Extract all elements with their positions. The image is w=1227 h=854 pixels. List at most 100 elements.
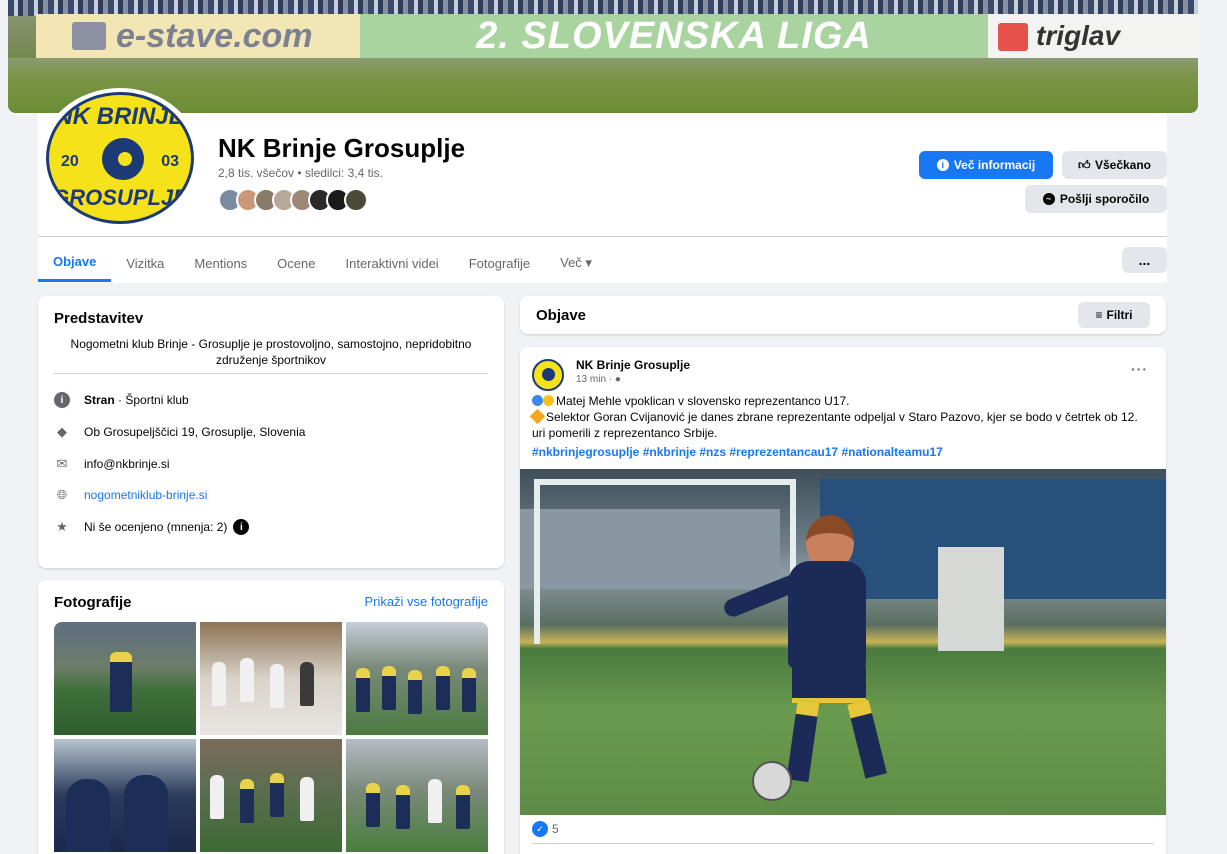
post-card: NK Brinje Grosuplje 13 min · ● ··· Matej… bbox=[520, 347, 1166, 854]
tab-mentions[interactable]: Mentions bbox=[179, 244, 262, 282]
see-all-photos-link[interactable]: Prikaži vse fotografije bbox=[364, 594, 488, 609]
player-figure bbox=[240, 658, 254, 702]
player-figure bbox=[210, 775, 224, 819]
post-timestamp[interactable]: 13 min · ● bbox=[576, 374, 621, 385]
club-logo: NK BRINJE 20 03 GROSUPLJE bbox=[46, 92, 194, 224]
friend-avatars[interactable] bbox=[218, 188, 368, 212]
cover-photo[interactable]: e-stave.com 2. SLOVENSKA LIGA triglav bbox=[8, 0, 1198, 113]
globe-icon: ● bbox=[614, 374, 621, 385]
filter-button[interactable]: ≡ Filtri bbox=[1078, 302, 1150, 328]
address-text: Ob Grosupeljščici 19, Grosuplje, Sloveni… bbox=[84, 425, 306, 439]
website-link[interactable]: nogometniklub-brinje.si bbox=[84, 488, 207, 502]
posts-header-card: Objave ≡ Filtri bbox=[520, 296, 1166, 334]
star-icon: ★ bbox=[56, 519, 68, 534]
category-text: Stran · Športni klub bbox=[84, 393, 189, 407]
photos-title: Fotografije bbox=[54, 594, 132, 611]
photo-thumbnail[interactable] bbox=[54, 622, 196, 735]
logo-top-text: NK BRINJE bbox=[55, 103, 185, 130]
avatar[interactable] bbox=[344, 188, 368, 212]
info-email: ✉ info@nkbrinje.si bbox=[54, 456, 170, 472]
blue-circle-icon bbox=[532, 395, 543, 406]
logo-year-left: 20 bbox=[61, 153, 79, 170]
category-bold: Stran bbox=[84, 393, 115, 407]
info-category: i Stran · Športni klub bbox=[54, 392, 189, 408]
person-figure bbox=[124, 775, 168, 852]
estave-text: e-stave.com bbox=[116, 16, 313, 55]
post-photo[interactable] bbox=[520, 469, 1166, 815]
post-line-1-text: Matej Mehle vpoklican v slovensko reprez… bbox=[556, 394, 850, 408]
tab-vizitka[interactable]: Vizitka bbox=[111, 244, 179, 282]
photo-thumbnail[interactable] bbox=[346, 739, 488, 852]
logo-year-right: 03 bbox=[161, 153, 179, 170]
filter-label: Filtri bbox=[1106, 308, 1133, 322]
tab-interaktivni-videi[interactable]: Interaktivni videi bbox=[330, 244, 453, 282]
like-reaction-icon: ✓ bbox=[532, 821, 548, 837]
posts-title: Objave bbox=[536, 307, 587, 324]
info-rating: ★ Ni še ocenjeno (mnenja: 2) i bbox=[54, 519, 250, 535]
intro-divider bbox=[54, 373, 488, 374]
post-author-avatar[interactable] bbox=[532, 359, 564, 391]
estave-logo-icon bbox=[72, 22, 106, 50]
post-divider bbox=[532, 843, 1154, 844]
estave-banner: e-stave.com bbox=[36, 14, 361, 58]
liga-text: 2. SLOVENSKA LIGA bbox=[476, 14, 872, 57]
reaction-count: 5 bbox=[552, 822, 559, 836]
football bbox=[752, 761, 792, 801]
profile-picture[interactable]: NK BRINJE 20 03 GROSUPLJE bbox=[40, 88, 200, 228]
post-text: Matej Mehle vpoklican v slovensko reprez… bbox=[529, 393, 1154, 441]
send-message-button[interactable]: ~ Pošlji sporočilo bbox=[1025, 185, 1167, 213]
intro-card: Predstavitev Nogometni klub Brinje - Gro… bbox=[38, 296, 504, 568]
tab-vec[interactable]: Več ▾ bbox=[545, 244, 607, 282]
player-figure bbox=[240, 779, 254, 823]
player-leg bbox=[786, 699, 820, 783]
electric-cabinet bbox=[938, 547, 1004, 651]
envelope-icon: ✉ bbox=[56, 456, 68, 471]
player-figure bbox=[212, 662, 226, 706]
reaction-summary[interactable]: ✓ 5 bbox=[532, 821, 559, 837]
post-options-icon[interactable]: ··· bbox=[1131, 361, 1148, 377]
more-options-button[interactable]: ... bbox=[1122, 247, 1167, 273]
tab-ocene[interactable]: Ocene bbox=[262, 244, 330, 282]
player-figure bbox=[300, 777, 314, 821]
person-figure bbox=[66, 779, 110, 852]
category-rest: · Športni klub bbox=[114, 393, 189, 407]
player-figure bbox=[382, 666, 396, 710]
messenger-icon: ~ bbox=[1042, 193, 1055, 205]
page-stats[interactable]: 2,8 tis. všečov • sledilci: 3,4 tis. bbox=[218, 166, 383, 180]
photo-thumbnail[interactable] bbox=[54, 739, 196, 852]
goal-frame bbox=[534, 479, 796, 644]
triglav-logo-icon bbox=[998, 23, 1028, 51]
player-figure bbox=[110, 652, 132, 712]
player-figure bbox=[428, 779, 442, 823]
more-info-button[interactable]: i Več informacij bbox=[919, 151, 1053, 179]
post-time-text: 13 min · bbox=[576, 374, 613, 385]
post-line-1: Matej Mehle vpoklican v slovensko reprez… bbox=[532, 393, 1154, 409]
intro-description: Nogometni klub Brinje - Grosuplje je pro… bbox=[70, 337, 472, 367]
tab-objave[interactable]: Objave bbox=[38, 244, 112, 282]
send-message-label: Pošlji sporočilo bbox=[1059, 192, 1150, 206]
triglav-text: triglav bbox=[1036, 20, 1121, 51]
rating-text: Ni še ocenjeno (mnenja: 2) bbox=[84, 520, 228, 534]
sparkle-icon bbox=[529, 408, 546, 425]
photo-thumbnail[interactable] bbox=[346, 622, 488, 735]
post-author-name[interactable]: NK Brinje Grosuplje bbox=[576, 358, 690, 372]
photo-thumbnail[interactable] bbox=[200, 622, 342, 735]
sliders-icon: ≡ bbox=[1095, 308, 1103, 322]
intro-title: Predstavitev bbox=[54, 310, 144, 327]
info-address: ◆ Ob Grosupeljščici 19, Grosuplje, Slove… bbox=[54, 424, 305, 440]
rating-info-icon[interactable]: i bbox=[233, 519, 250, 535]
post-hashtags[interactable]: #nkbrinjegrosuplje #nkbrinje #nzs #repre… bbox=[532, 445, 943, 459]
tab-fotografije[interactable]: Fotografije bbox=[454, 244, 545, 282]
player-figure bbox=[396, 785, 410, 829]
info-website: 🌐︎ nogometniklub-brinje.si bbox=[54, 487, 208, 503]
player-figure bbox=[270, 664, 284, 708]
like-button[interactable]: 👍︎ Všečkano bbox=[1062, 151, 1167, 179]
logo-bottom-text: GROSUPLJE bbox=[52, 185, 188, 210]
photo-thumbnail[interactable] bbox=[200, 739, 342, 852]
player-figure bbox=[462, 668, 476, 712]
photo-grid bbox=[54, 622, 488, 852]
header-divider bbox=[38, 236, 1167, 237]
player-leg bbox=[847, 699, 887, 779]
yellow-circle-icon bbox=[543, 395, 554, 406]
photos-card: Fotografije Prikaži vse fotografije bbox=[38, 580, 504, 854]
